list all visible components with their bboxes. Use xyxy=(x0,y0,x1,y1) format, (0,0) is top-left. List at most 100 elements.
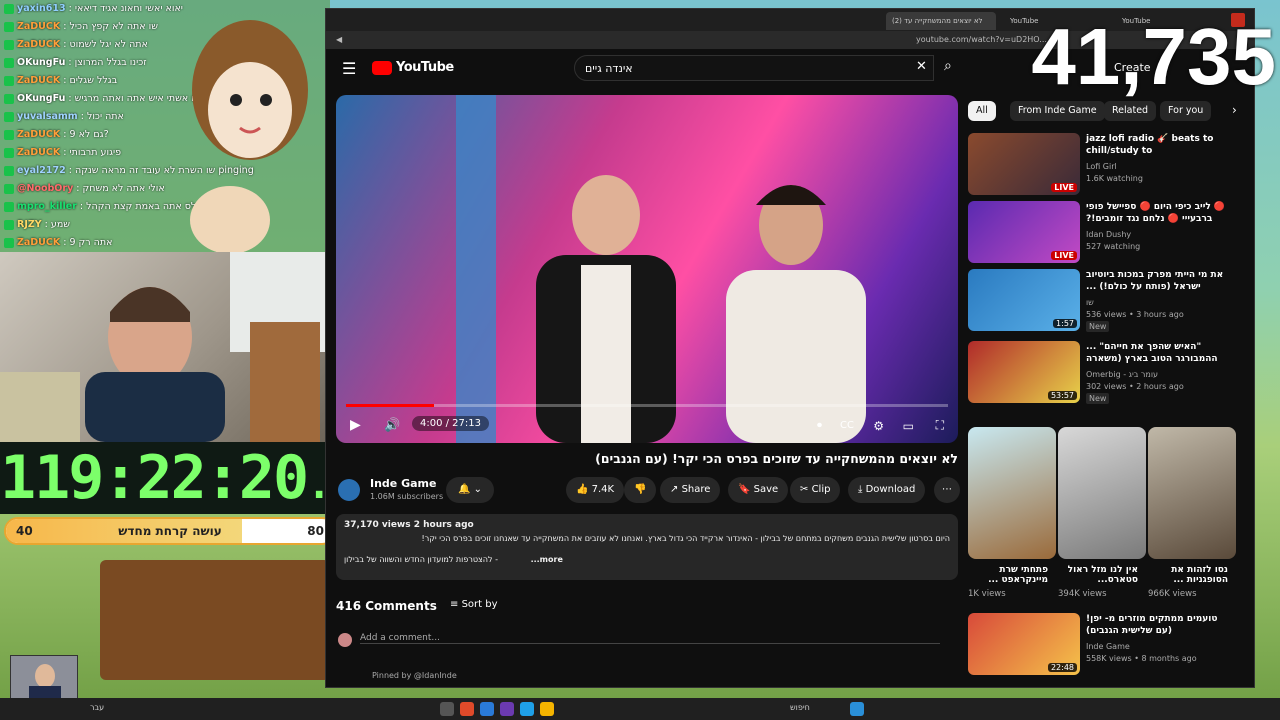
rec-meta: 1.6K watching xyxy=(1086,174,1143,183)
notifications-bell-button[interactable]: 🔔 ⌄ xyxy=(446,477,495,503)
sort-by-label: Sort by xyxy=(461,599,498,610)
start-icon[interactable] xyxy=(850,702,864,716)
short-1[interactable] xyxy=(968,427,1056,559)
chat-username: ZaDUCK xyxy=(17,147,61,158)
taskbar-search[interactable]: חיפוש xyxy=(790,703,810,712)
app-icon[interactable] xyxy=(520,702,534,716)
tab-video[interactable]: (2) לא יוצאים מהמשחקייה עד ... xyxy=(886,12,996,43)
settings-gear-icon[interactable]: ⚙ xyxy=(873,419,884,433)
chat-username: ZaDUCK xyxy=(17,129,61,140)
back-icon[interactable]: ◀ xyxy=(336,31,342,49)
sort-by-button[interactable]: ≡ Sort by xyxy=(450,599,498,610)
chat-separator: : xyxy=(65,165,75,176)
rec-channel: Lofi Girl xyxy=(1086,162,1117,171)
chat-badge-icon xyxy=(4,21,14,32)
chat-badge-icon xyxy=(4,93,14,104)
user-avatar xyxy=(338,633,352,647)
chat-message: yuvalsamm : אתה יכול xyxy=(4,108,124,125)
rec-title: "האיש שהפך את חייהם" ... ההמבורגר הטוב ב… xyxy=(1086,342,1218,364)
chat-message: ZaDUCK : שו אתה לא קפץ הכיל xyxy=(4,18,158,35)
views-line: 37,170 views 2 hours ago xyxy=(344,520,474,530)
brave-icon[interactable] xyxy=(460,702,474,716)
video-progress-bar[interactable] xyxy=(346,404,948,407)
rec-meta: 527 watching xyxy=(1086,242,1141,251)
clip-button[interactable]: ✂ Clip xyxy=(790,477,841,503)
search-input[interactable]: אינדה גיים xyxy=(574,55,934,81)
chip-for-you[interactable]: For you xyxy=(1160,101,1212,121)
captions-icon[interactable]: CC xyxy=(840,420,854,431)
chat-message: OKungFu : זכינו בגלל המרוצן xyxy=(4,54,147,71)
clear-search-icon[interactable]: ✕ xyxy=(916,59,927,74)
folder-icon[interactable] xyxy=(540,702,554,716)
like-button[interactable]: 👍 7.4K xyxy=(566,477,625,503)
webcam-feed xyxy=(0,252,340,442)
chip-all-label: All xyxy=(976,105,988,116)
youtube-logo-text[interactable]: YouTube xyxy=(396,60,454,75)
chips-next-icon[interactable]: › xyxy=(1232,103,1237,117)
short-2[interactable] xyxy=(1058,427,1146,559)
more-actions-button[interactable]: ⋯ xyxy=(934,477,960,503)
short-2-views: 394K views xyxy=(1058,589,1107,599)
chat-username: ZaDUCK xyxy=(17,21,61,32)
more-link[interactable]: ...more xyxy=(531,555,563,564)
download-button[interactable]: ⤓ Download xyxy=(848,477,926,503)
video-player[interactable]: ▶ 🔊 4:00 / 27:13 ⏺ CC ⚙ ▭ ⛶ xyxy=(336,95,958,443)
search-icon[interactable]: ⌕ xyxy=(944,58,952,74)
rec-meta: 558K views • 8 months ago xyxy=(1086,654,1197,663)
new-badge: New xyxy=(1086,393,1110,404)
rec-thumbnail: 1:57 xyxy=(968,269,1080,331)
rec-video-5[interactable]: 22:48 טועמים ממתקים מוזרים מ- יפן! (עם ש… xyxy=(968,613,1248,675)
task-view-icon[interactable] xyxy=(440,702,454,716)
chip-related[interactable]: Related xyxy=(1104,101,1157,121)
new-badge: New xyxy=(1086,321,1110,332)
chip-from-inde-game-label: From Inde Game xyxy=(1018,105,1097,116)
add-comment-input[interactable]: Add a comment... xyxy=(360,633,940,644)
fullscreen-icon[interactable]: ⛶ xyxy=(936,418,944,433)
edge-icon[interactable] xyxy=(480,702,494,716)
theater-mode-icon[interactable]: ▭ xyxy=(903,419,914,433)
channel-name[interactable]: Inde Game xyxy=(370,477,436,490)
rec-video-3[interactable]: 1:57 את מי הייתי מפרק במכות ביוטיוב ישרא… xyxy=(968,269,1248,332)
youtube-logo-icon[interactable] xyxy=(372,61,392,75)
chat-username: @NoobOry xyxy=(17,183,74,194)
rec-thumbnail: LIVE xyxy=(968,133,1080,195)
chat-message: RJZY : שמע xyxy=(4,216,70,233)
chip-from-inde-game[interactable]: From Inde Game xyxy=(1010,101,1105,121)
menu-icon[interactable]: ☰ xyxy=(342,59,356,78)
share-button[interactable]: ↗ Share xyxy=(660,477,721,503)
play-icon[interactable]: ▶ xyxy=(350,417,361,433)
live-badge: LIVE xyxy=(1051,183,1077,192)
chat-badge-icon xyxy=(4,57,14,68)
chat-username: yaxin613 xyxy=(17,3,66,14)
mascot-image xyxy=(170,0,330,254)
rec-thumbnail: LIVE xyxy=(968,201,1080,263)
short-2-title: אין לנו מזל ראול סטארס... xyxy=(1067,565,1138,585)
goal-label: עושה קרחת מחדש xyxy=(118,524,222,538)
channel-avatar[interactable] xyxy=(338,479,360,501)
chat-badge-icon xyxy=(4,39,14,50)
autoplay-toggle-icon[interactable]: ⏺ xyxy=(817,420,822,431)
rec-title: את מי הייתי מפרק במכות ביוטיוב ישראל (פו… xyxy=(1086,270,1224,292)
description-line-2: להצטרפות למועדון החדש והשווה של בבילון - xyxy=(344,555,499,564)
dislike-button[interactable]: 👎 xyxy=(624,477,657,503)
chat-badge-icon xyxy=(4,129,14,140)
volume-icon[interactable]: 🔊 xyxy=(384,418,400,433)
chip-all[interactable]: All xyxy=(968,101,996,121)
chat-message: yaxin613 : יאוא יאשי וחאונ אגיד דיאאי xyxy=(4,0,183,17)
chat-separator: : xyxy=(41,219,51,230)
like-count: 7.4K xyxy=(591,484,615,495)
video-title: לא יוצאים מהמשחקייה עד שזוכים בפרס הכי י… xyxy=(595,451,958,466)
browser-window: (2) לא יוצאים מהמשחקייה עד ... YouTube Y… xyxy=(325,8,1255,688)
rec-title: jazz lofi radio 🎸 beats to chill/study t… xyxy=(1086,134,1214,156)
rec-video-2[interactable]: LIVE 🔴 לייב כיפי היום 🔴 ספיישל פופי ברבע… xyxy=(968,201,1248,263)
taskbar-lang: עבר xyxy=(90,703,105,712)
chat-username: OKungFu xyxy=(17,93,66,104)
short-3[interactable] xyxy=(1148,427,1236,559)
video-description[interactable]: 37,170 views 2 hours ago היום בסרטון שלי… xyxy=(336,514,958,580)
twitch-icon[interactable] xyxy=(500,702,514,716)
rec-video-4[interactable]: 53:57 "האיש שהפך את חייהם" ... ההמבורגר … xyxy=(968,341,1248,404)
channel-subscribers: 1.06M subscribers xyxy=(370,492,444,501)
tree-stump-image xyxy=(100,560,330,680)
save-button[interactable]: 🔖 Save xyxy=(728,477,789,503)
rec-video-1[interactable]: LIVE jazz lofi radio 🎸 beats to chill/st… xyxy=(968,133,1248,195)
